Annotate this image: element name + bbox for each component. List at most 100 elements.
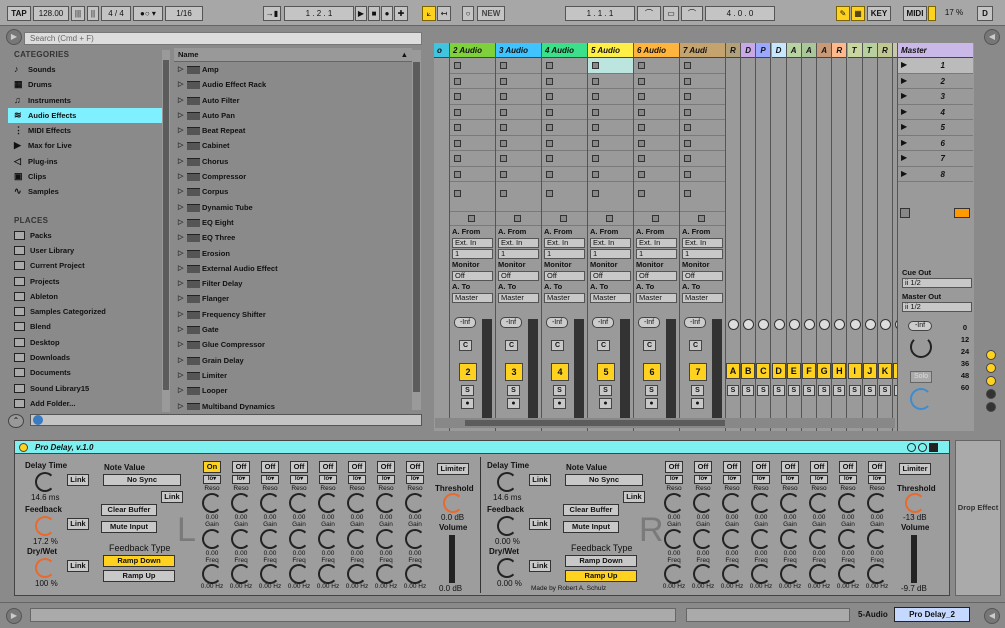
clip-stop-icon[interactable]	[500, 62, 507, 69]
expand-icon[interactable]: ▷	[178, 322, 183, 337]
delay-time-knob[interactable]	[35, 472, 55, 492]
clip-stop-icon[interactable]	[684, 108, 691, 116]
clip-stop-icon[interactable]	[546, 77, 553, 85]
browser-item[interactable]: ▷ External Audio Effect	[174, 261, 412, 276]
freq-knob[interactable]	[289, 564, 309, 584]
delay-link-button[interactable]: Link	[67, 474, 89, 486]
input-channel-select[interactable]: 1	[544, 249, 585, 259]
filter-type-select[interactable]: lo▾	[665, 475, 683, 484]
clip-stop-icon[interactable]	[546, 170, 553, 178]
filter-type-select[interactable]: lo▾	[232, 475, 250, 484]
sends-toggle-icon[interactable]	[986, 363, 996, 373]
group-activator[interactable]: I	[847, 363, 862, 379]
band-toggle-button[interactable]: Off	[868, 461, 886, 473]
clip-slot[interactable]	[450, 167, 495, 182]
category-item[interactable]: ▦ Drums	[8, 77, 168, 92]
clip-stop-icon[interactable]	[454, 139, 461, 147]
feedback-link-button[interactable]: Link	[529, 518, 551, 530]
arm-icon[interactable]	[468, 215, 475, 222]
stop-icon[interactable]	[592, 190, 599, 197]
expand-icon[interactable]: ▷	[178, 246, 183, 261]
pan-center-button[interactable]: C	[689, 340, 702, 351]
browser-item[interactable]: ▷ EQ Three	[174, 230, 412, 245]
loop-length-field[interactable]: 4 . 0 . 0	[705, 6, 775, 21]
scene-play-icon[interactable]: ▶	[901, 138, 907, 147]
clip-slot[interactable]	[450, 151, 495, 167]
send-knob[interactable]	[880, 319, 891, 330]
browser-item[interactable]: ▷ Cabinet	[174, 138, 412, 153]
band-toggle-button[interactable]: Off	[406, 461, 424, 473]
send-knob[interactable]	[804, 319, 815, 330]
ramp-down-button[interactable]: Ramp Down	[103, 555, 175, 567]
scene-launch[interactable]: ▶ 7	[898, 151, 973, 167]
browser-item[interactable]: ▷ Auto Filter	[174, 93, 412, 108]
clip-slot[interactable]	[496, 58, 541, 74]
drywet-link-button[interactable]: Link	[67, 560, 89, 572]
reso-knob[interactable]	[809, 493, 829, 513]
note-link-button[interactable]: Link	[623, 491, 645, 503]
feedback-link-button[interactable]: Link	[67, 518, 89, 530]
gain-knob[interactable]	[405, 529, 425, 549]
filter-type-select[interactable]: lo▾	[694, 475, 712, 484]
gain-knob[interactable]	[780, 529, 800, 549]
reso-knob[interactable]	[751, 493, 771, 513]
browser-item[interactable]: ▷ Flanger	[174, 291, 412, 306]
reso-knob[interactable]	[202, 493, 222, 513]
gain-knob[interactable]	[260, 529, 280, 549]
limiter-button[interactable]: Limiter	[437, 463, 469, 475]
computer-keyboard-icon[interactable]: ▦	[851, 6, 865, 21]
gain-knob[interactable]	[809, 529, 829, 549]
add-icon[interactable]: ✚	[394, 6, 408, 21]
arm-icon[interactable]	[652, 215, 659, 222]
freq-knob[interactable]	[693, 564, 713, 584]
freq-knob[interactable]	[867, 564, 887, 584]
gain-knob[interactable]	[231, 529, 251, 549]
track-activator[interactable]: 2	[459, 363, 477, 381]
reso-knob[interactable]	[376, 493, 396, 513]
draw-mode-icon[interactable]: ✎	[836, 6, 850, 21]
clip-stop-icon[interactable]	[638, 62, 645, 69]
gain-knob[interactable]	[693, 529, 713, 549]
ramp-down-button[interactable]: Ramp Down	[565, 555, 637, 567]
group-track-header[interactable]: A	[786, 43, 801, 58]
metronome-button[interactable]: ●○ ▾	[133, 6, 163, 21]
solo-button[interactable]: Solo	[910, 371, 932, 383]
group-track-header[interactable]: A	[817, 43, 832, 58]
group-track-header[interactable]: D	[771, 43, 786, 58]
solo-button[interactable]: S	[863, 385, 876, 396]
clip-slot[interactable]	[450, 74, 495, 89]
clip-stop-icon[interactable]	[592, 155, 599, 162]
browser-item[interactable]: ▷ Multiband Dynamics	[174, 399, 412, 410]
group-track-header[interactable]: T	[862, 43, 877, 58]
band-toggle-button[interactable]: Off	[290, 461, 308, 473]
reso-knob[interactable]	[318, 493, 338, 513]
clip-stop-icon[interactable]	[592, 170, 599, 178]
group-activator[interactable]: B	[741, 363, 756, 379]
reso-knob[interactable]	[405, 493, 425, 513]
clip-slot[interactable]	[588, 151, 633, 167]
input-channel-select[interactable]: 1	[498, 249, 539, 259]
clip-slot[interactable]	[496, 74, 541, 89]
band-toggle-button[interactable]: Off	[810, 461, 828, 473]
browser-item[interactable]: ▷ Auto Pan	[174, 108, 412, 123]
master-pan-knob[interactable]	[910, 336, 932, 358]
arm-icon[interactable]	[698, 215, 705, 222]
stop-icon[interactable]	[638, 190, 645, 197]
track-header[interactable]: 6 Audio	[634, 43, 679, 58]
mute-input-button[interactable]: Mute Input	[563, 521, 619, 533]
clip-stop-icon[interactable]	[638, 77, 645, 85]
song-position-field[interactable]: 1 . 2 . 1	[284, 6, 354, 21]
note-value-select[interactable]: No Sync	[103, 474, 181, 486]
expand-icon[interactable]: ▷	[178, 169, 183, 184]
track-volume[interactable]: -Inf	[638, 317, 660, 328]
filter-type-select[interactable]: lo▾	[781, 475, 799, 484]
filter-type-select[interactable]: lo▾	[868, 475, 886, 484]
track-header[interactable]: 5 Audio	[588, 43, 633, 58]
record-icon[interactable]: ●	[381, 6, 393, 21]
output-select[interactable]: Master	[682, 293, 723, 303]
browser-item[interactable]: ▷ Limiter	[174, 368, 412, 383]
solo-button[interactable]: S	[757, 385, 770, 396]
expand-icon[interactable]: ▷	[178, 154, 183, 169]
clip-stop-icon[interactable]	[638, 93, 645, 100]
time-signature-field[interactable]: 4 / 4	[101, 6, 131, 21]
